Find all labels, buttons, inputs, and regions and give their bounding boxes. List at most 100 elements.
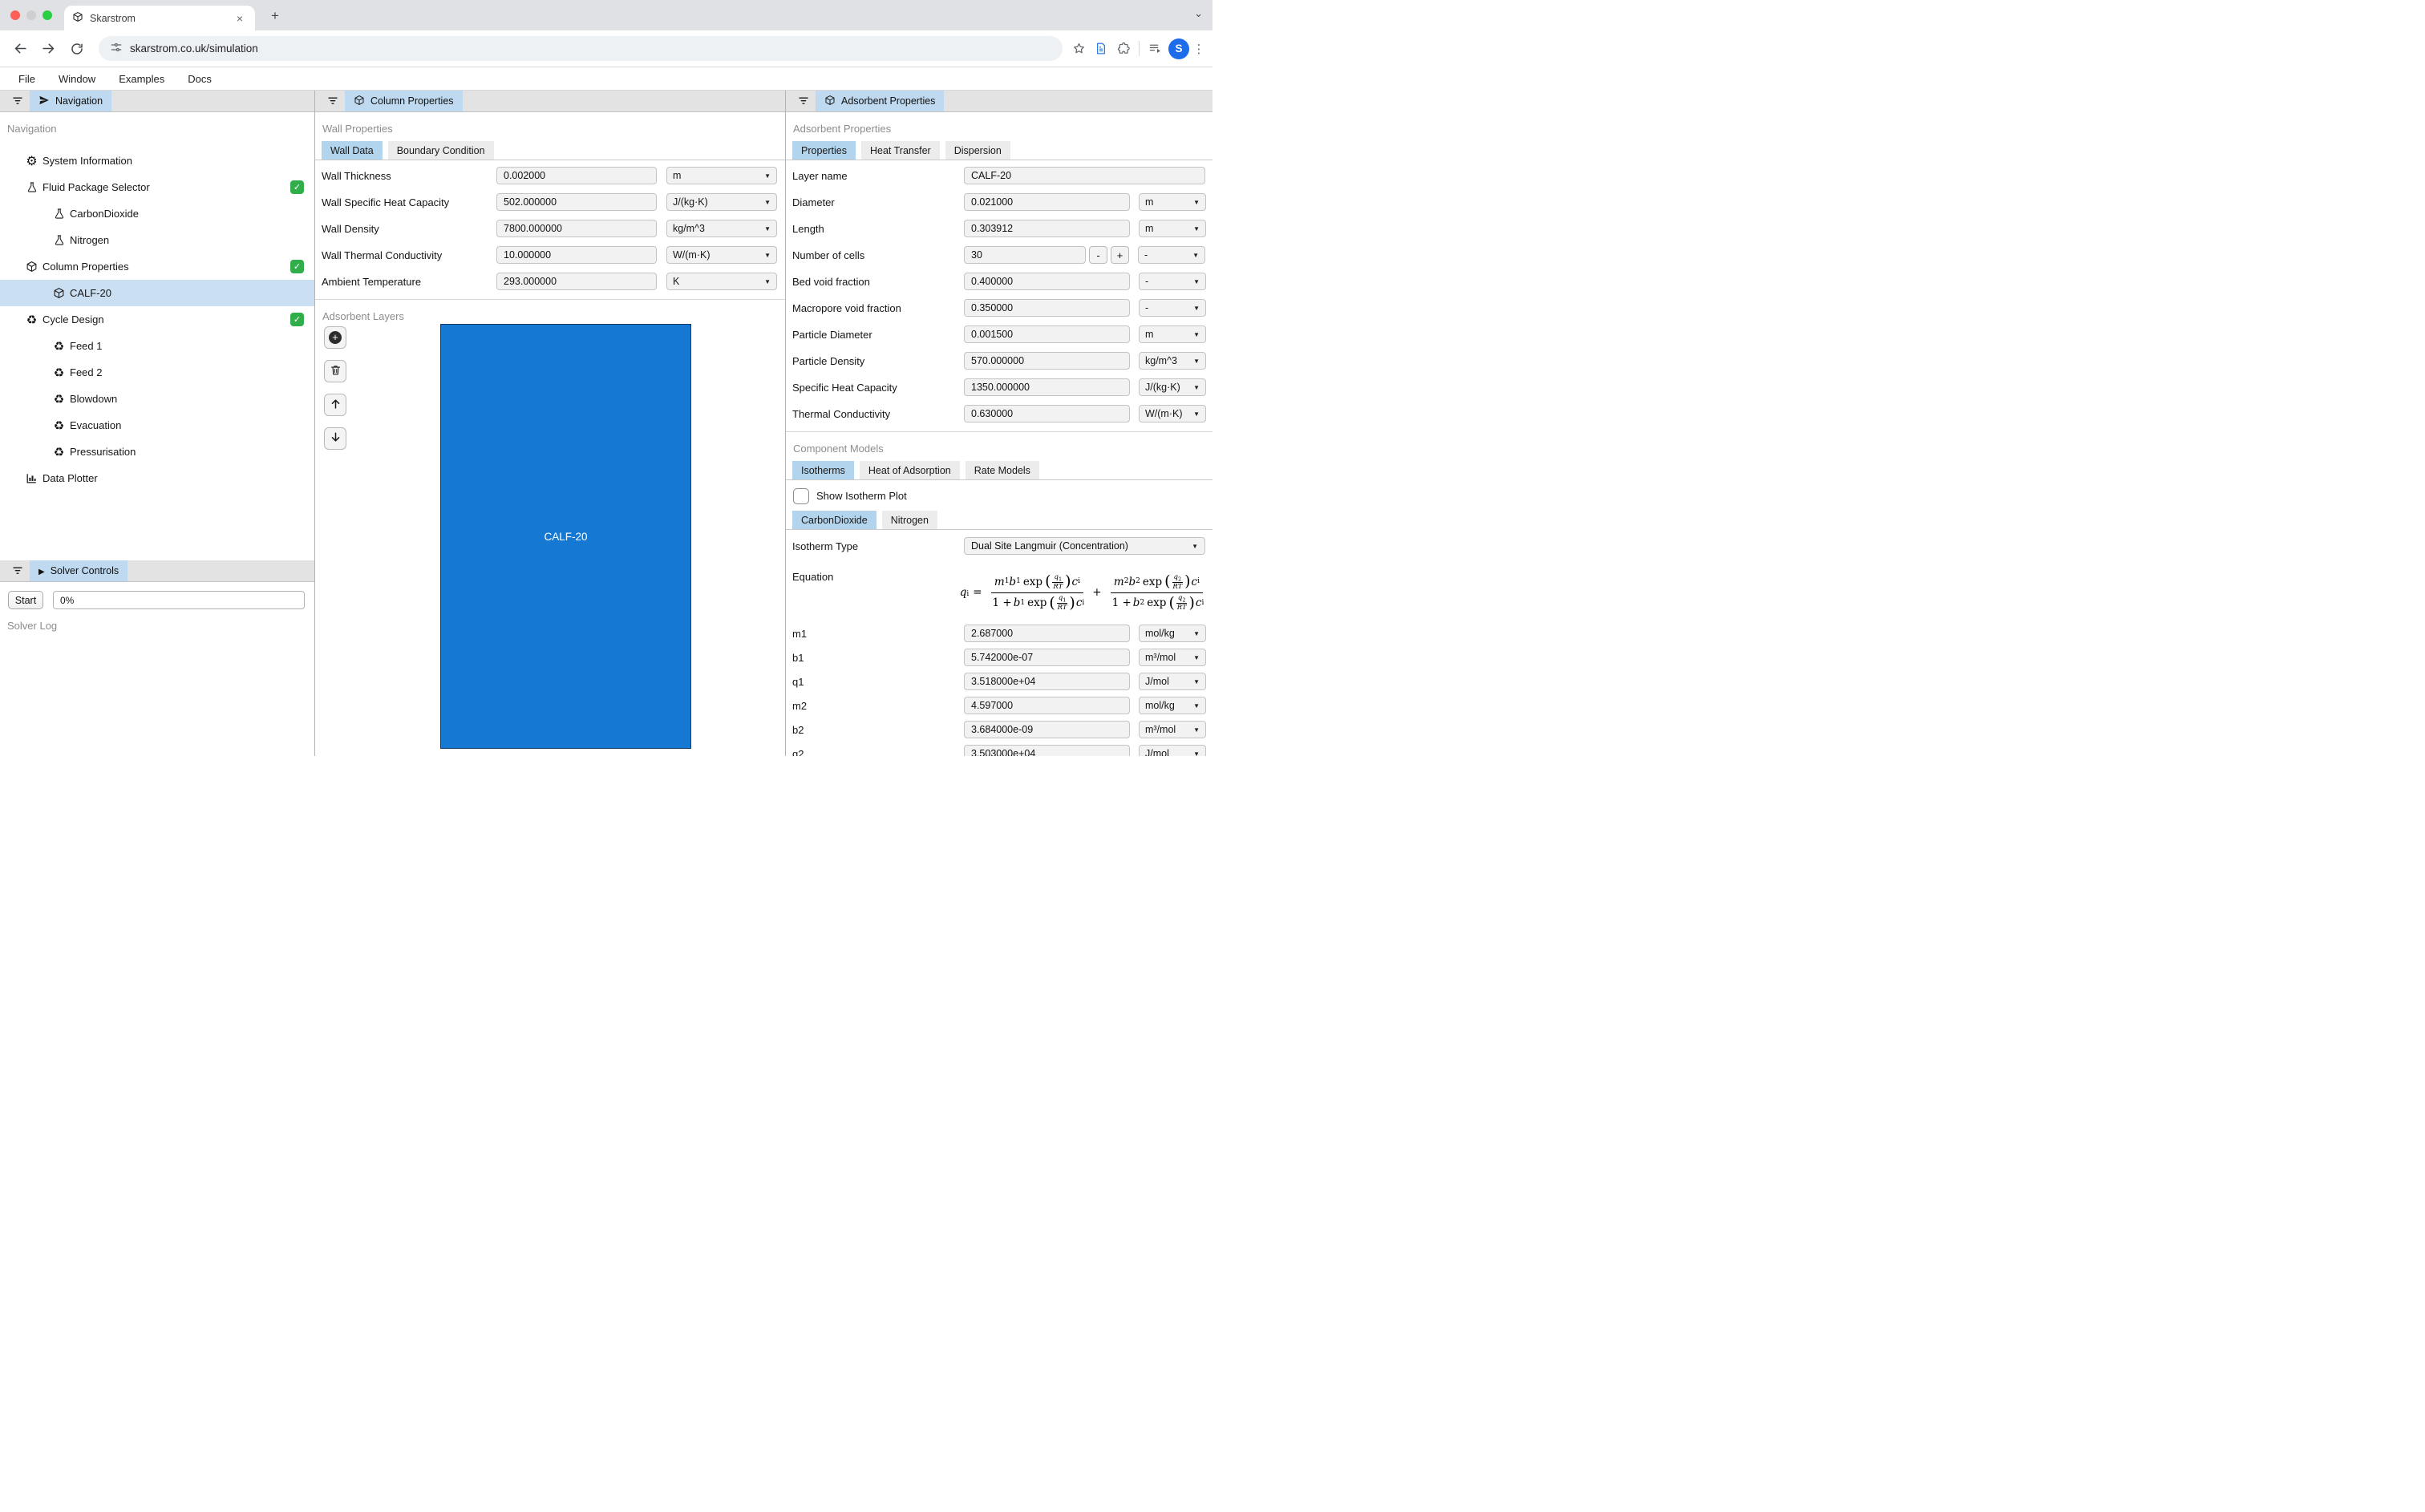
sidebar-item-carbondioxide[interactable]: CarbonDioxide [0,200,314,227]
wall-thermal-conductivity-unit-select[interactable]: W/(m·K) [666,246,777,264]
number-of-cells-input[interactable]: 30 [964,246,1086,264]
move-layer-down-button[interactable] [324,427,346,450]
panel-filter-icon[interactable] [6,91,30,111]
m1-input[interactable]: 2.687000 [964,625,1130,642]
reload-button[interactable] [64,36,89,61]
panel-filter-icon[interactable] [791,91,816,111]
sidebar-item-blowdown[interactable]: Blowdown [0,386,314,412]
bed-void-fraction-input[interactable]: 0.400000 [964,273,1130,290]
increment-button[interactable]: + [1111,246,1129,264]
sidebar-item-fluid-package-selector[interactable]: Fluid Package Selector [0,174,314,200]
panel-filter-icon[interactable] [6,560,30,581]
solver-controls-tab[interactable]: Solver Controls [30,560,128,581]
media-playlist-icon[interactable] [1144,38,1166,60]
diameter-unit-select[interactable]: m [1139,193,1206,211]
isotherm-type-select[interactable]: Dual Site Langmuir (Concentration) [964,537,1205,555]
wall-specific-heat-capacity-unit-select[interactable]: J/(kg·K) [666,193,777,211]
reading-list-document-icon[interactable] [1090,38,1112,60]
diameter-input[interactable]: 0.021000 [964,193,1130,211]
tab-nitrogen[interactable]: Nitrogen [882,511,937,529]
length-input[interactable]: 0.303912 [964,220,1130,237]
q1-input[interactable]: 3.518000e+04 [964,673,1130,690]
fullscreen-window-button[interactable] [43,10,52,20]
q1-unit-select[interactable]: J/mol [1139,673,1206,690]
browser-tab[interactable]: Skarstrom [64,6,255,30]
panel-filter-icon[interactable] [321,91,345,111]
m2-input[interactable]: 4.597000 [964,697,1130,714]
tab-search-chevron-icon[interactable] [1194,7,1203,20]
show-isotherm-plot-checkbox[interactable] [793,488,809,504]
adsorbent-layer-block[interactable]: CALF-20 [440,324,691,749]
number-of-cells-unit-select[interactable]: - [1138,246,1205,264]
tab-isotherms[interactable]: Isotherms [792,461,854,479]
add-layer-button[interactable] [324,326,346,349]
specific-heat-capacity-unit-select[interactable]: J/(kg·K) [1139,378,1206,396]
sidebar-item-calf-20[interactable]: CALF-20 [0,280,314,306]
particle-diameter-input[interactable]: 0.001500 [964,325,1130,343]
wall-thermal-conductivity-input[interactable]: 10.000000 [496,246,657,264]
bookmark-star-icon[interactable] [1067,38,1090,60]
tab-heat-transfer[interactable]: Heat Transfer [861,141,940,160]
wall-thickness-input[interactable]: 0.002000 [496,167,657,184]
sidebar-item-pressurisation[interactable]: Pressurisation [0,439,314,465]
menu-file[interactable]: File [18,73,35,85]
bed-void-fraction-unit-select[interactable]: - [1139,273,1206,290]
address-bar[interactable]: skarstrom.co.uk/simulation [99,36,1063,61]
sidebar-item-evacuation[interactable]: Evacuation [0,412,314,439]
navigation-panel-tab[interactable]: Navigation [30,91,111,111]
tab-wall-data[interactable]: Wall Data [322,141,383,160]
new-tab-button[interactable] [266,7,284,25]
close-window-button[interactable] [10,10,20,20]
particle-density-input[interactable]: 570.000000 [964,352,1130,370]
sidebar-item-feed-2[interactable]: Feed 2 [0,359,314,386]
b2-unit-select[interactable]: m³/mol [1139,721,1206,738]
m1-unit-select[interactable]: mol/kg [1139,625,1206,642]
back-button[interactable] [8,36,33,61]
macropore-void-fraction-input[interactable]: 0.350000 [964,299,1130,317]
sidebar-item-data-plotter[interactable]: Data Plotter [0,465,314,491]
wall-specific-heat-capacity-input[interactable]: 502.000000 [496,193,657,211]
tab-carbondioxide[interactable]: CarbonDioxide [792,511,876,529]
menu-window[interactable]: Window [59,73,95,85]
delete-layer-button[interactable] [324,360,346,382]
b2-input[interactable]: 3.684000e-09 [964,721,1130,738]
menu-docs[interactable]: Docs [188,73,212,85]
sidebar-item-nitrogen[interactable]: Nitrogen [0,227,314,253]
decrement-button[interactable]: - [1089,246,1107,264]
tab-rate-models[interactable]: Rate Models [966,461,1039,479]
close-tab-icon[interactable] [233,11,247,26]
ambient-temperature-input[interactable]: 293.000000 [496,273,657,290]
wall-density-unit-select[interactable]: kg/m^3 [666,220,777,237]
q2-input[interactable]: 3.503000e+04 [964,745,1130,756]
particle-density-unit-select[interactable]: kg/m^3 [1139,352,1206,370]
thermal-conductivity-input[interactable]: 0.630000 [964,405,1130,422]
sidebar-item-feed-1[interactable]: Feed 1 [0,333,314,359]
tab-heat-of-adsorption[interactable]: Heat of Adsorption [860,461,960,479]
particle-diameter-unit-select[interactable]: m [1139,325,1206,343]
q2-unit-select[interactable]: J/mol [1139,745,1206,756]
tab-dispersion[interactable]: Dispersion [945,141,1010,160]
start-button[interactable]: Start [8,591,43,609]
specific-heat-capacity-input[interactable]: 1350.000000 [964,378,1130,396]
column-properties-tab[interactable]: Column Properties [345,91,463,111]
macropore-void-fraction-unit-select[interactable]: - [1139,299,1206,317]
site-settings-icon[interactable] [110,41,123,56]
sidebar-item-system-information[interactable]: System Information [0,148,314,174]
adsorbent-properties-tab[interactable]: Adsorbent Properties [816,91,944,111]
move-layer-up-button[interactable] [324,394,346,416]
wall-thickness-unit-select[interactable]: m [666,167,777,184]
wall-density-input[interactable]: 7800.000000 [496,220,657,237]
minimize-window-button[interactable] [26,10,36,20]
sidebar-item-cycle-design[interactable]: Cycle Design [0,306,314,333]
browser-menu-icon[interactable] [1192,38,1206,60]
thermal-conductivity-unit-select[interactable]: W/(m·K) [1139,405,1206,422]
b1-unit-select[interactable]: m³/mol [1139,649,1206,666]
tab-boundary-condition[interactable]: Boundary Condition [388,141,494,160]
length-unit-select[interactable]: m [1139,220,1206,237]
layer-name-input[interactable]: CALF-20 [964,167,1205,184]
ambient-temperature-unit-select[interactable]: K [666,273,777,290]
extensions-puzzle-icon[interactable] [1112,38,1135,60]
b1-input[interactable]: 5.742000e-07 [964,649,1130,666]
menu-examples[interactable]: Examples [119,73,164,85]
sidebar-item-column-properties[interactable]: Column Properties [0,253,314,280]
